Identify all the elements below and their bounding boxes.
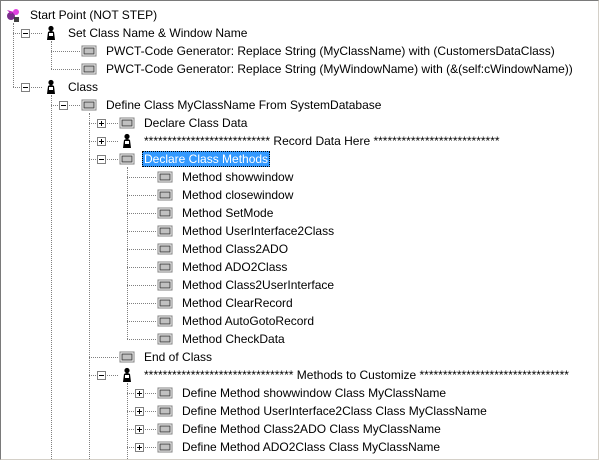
collapse-toggle[interactable] [21,29,30,38]
tree-connector-line [127,195,156,196]
tree-connector-line [51,69,80,70]
tree-item-label[interactable]: End of Class [142,349,214,365]
tree-item-label[interactable]: Method ClearRecord [180,295,295,311]
step-icon [157,169,173,185]
tree-item-label[interactable]: *************************** Record Data … [142,133,502,149]
tree-row[interactable] [1,294,598,312]
steps-tree[interactable]: Start Point (NOT STEP) Set Class Name & W… [0,0,599,460]
tree-item-label[interactable]: Define Method UserInterface2Class Class … [180,403,489,419]
step-icon [119,115,135,131]
tree-connector-line [127,285,156,286]
step-icon [119,349,135,365]
step-icon [157,205,173,221]
step-icon [157,439,173,455]
expand-toggle[interactable] [135,389,144,398]
step-icon [157,295,173,311]
step-icon [157,241,173,257]
expand-toggle[interactable] [135,443,144,452]
expand-toggle[interactable] [135,425,144,434]
tree-item-label[interactable]: Set Class Name & Window Name [66,25,249,41]
tree-item-label[interactable]: Method closewindow [180,187,295,203]
person-icon [119,367,135,383]
step-icon [157,385,173,401]
step-icon [157,313,173,329]
step-icon [119,151,135,167]
tree-connector-line [127,339,156,340]
tree-row[interactable] [1,168,598,186]
tree-connector-line [127,303,156,304]
tree-item-label[interactable]: ******************************** Methods… [142,367,571,383]
step-icon [157,277,173,293]
step-icon [157,223,173,239]
tree-row[interactable] [1,330,598,348]
tree-item-label[interactable]: Declare Class Data [142,115,249,131]
step-icon [157,421,173,437]
tree-connector-line [127,267,156,268]
tree-item-label[interactable]: Class [66,79,100,95]
step-icon [157,187,173,203]
collapse-toggle[interactable] [97,155,106,164]
collapse-toggle[interactable] [21,83,30,92]
tree-row[interactable] [1,186,598,204]
step-icon [81,97,97,113]
tree-connector-line [127,321,156,322]
tree-connector-line [127,177,156,178]
tree-item-label[interactable]: Method UserInterface2Class [180,223,336,239]
expand-toggle[interactable] [135,407,144,416]
tree-connector-line [51,51,80,52]
tree-row[interactable] [1,204,598,222]
tree-item-label[interactable]: Define Method Class2ADO Class MyClassNam… [180,421,443,437]
tree-connector-line [127,249,156,250]
expand-toggle[interactable] [97,119,106,128]
tree-row[interactable] [1,240,598,258]
tree-item-label[interactable]: Method AutoGotoRecord [180,313,316,329]
tree-item-label[interactable]: Method ADO2Class [180,259,289,275]
tree-item-label-selected[interactable]: Declare Class Methods [142,151,271,167]
collapse-toggle[interactable] [97,371,106,380]
step-icon [157,259,173,275]
tree-item-label[interactable]: Define Method showwindow Class MyClassNa… [180,385,448,401]
step-icon [157,403,173,419]
tree-item-label[interactable]: PWCT-Code Generator: Replace String (MyW… [104,61,575,77]
expand-toggle[interactable] [97,137,106,146]
tree-item-label[interactable]: PWCT-Code Generator: Replace String (MyC… [104,43,557,59]
step-icon [81,43,97,59]
tree-item-label[interactable]: Start Point (NOT STEP) [28,7,159,23]
person-icon [43,25,59,41]
tree-item-label[interactable]: Method CheckData [180,331,287,347]
tree-connector-line [127,231,156,232]
tree-connector-line [127,213,156,214]
step-icon [81,61,97,77]
step-icon [157,331,173,347]
tree-item-label[interactable]: Define Method ADO2Class Class MyClassNam… [180,439,442,455]
tree-connector-line [89,357,118,358]
tree-item-label[interactable]: Method Class2ADO [180,241,290,257]
start-icon [5,7,21,23]
tree-item-label[interactable]: Method showwindow [180,169,295,185]
tree-item-label[interactable]: Method Class2UserInterface [180,277,336,293]
person-icon [43,79,59,95]
tree-row[interactable] [1,258,598,276]
tree-item-label[interactable]: Method SetMode [180,205,275,221]
tree-item-label[interactable]: Define Class MyClassName From SystemData… [104,97,383,113]
collapse-toggle[interactable] [59,101,68,110]
person-icon [119,133,135,149]
